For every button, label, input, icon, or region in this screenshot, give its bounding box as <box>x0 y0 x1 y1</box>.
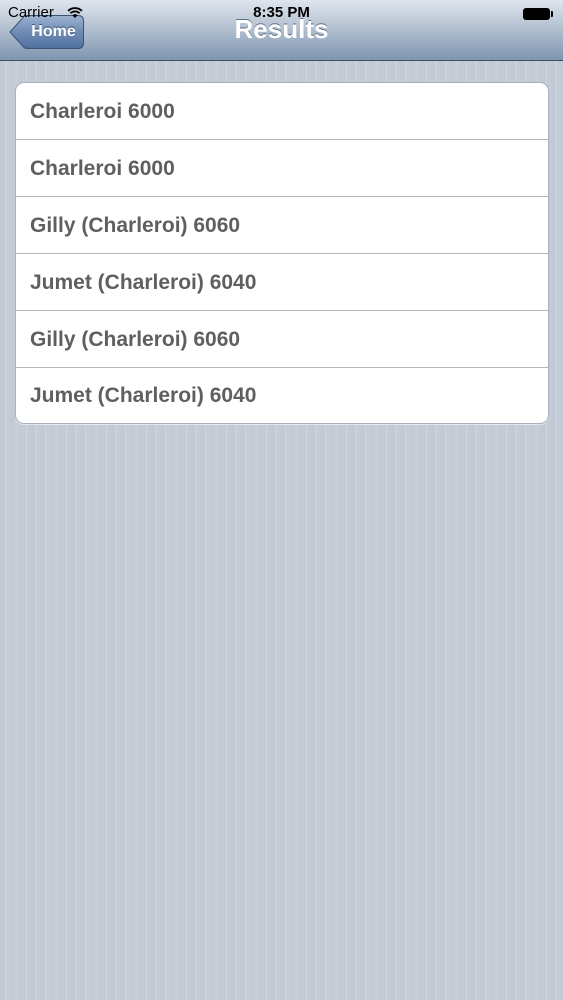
result-item[interactable]: Gilly (Charleroi) 6060 <box>16 311 548 368</box>
result-item[interactable]: Jumet (Charleroi) 6040 <box>16 368 548 423</box>
result-item[interactable]: Charleroi 6000 <box>16 83 548 140</box>
result-item[interactable]: Charleroi 6000 <box>16 140 548 197</box>
status-time: 8:35 PM <box>253 4 310 21</box>
battery-icon <box>523 8 554 20</box>
result-item[interactable]: Jumet (Charleroi) 6040 <box>16 254 548 311</box>
status-bar: Carrier 8:35 PM <box>0 0 563 22</box>
results-list: Charleroi 6000 Charleroi 6000 Gilly (Cha… <box>15 82 549 424</box>
result-item[interactable]: Gilly (Charleroi) 6060 <box>16 197 548 254</box>
